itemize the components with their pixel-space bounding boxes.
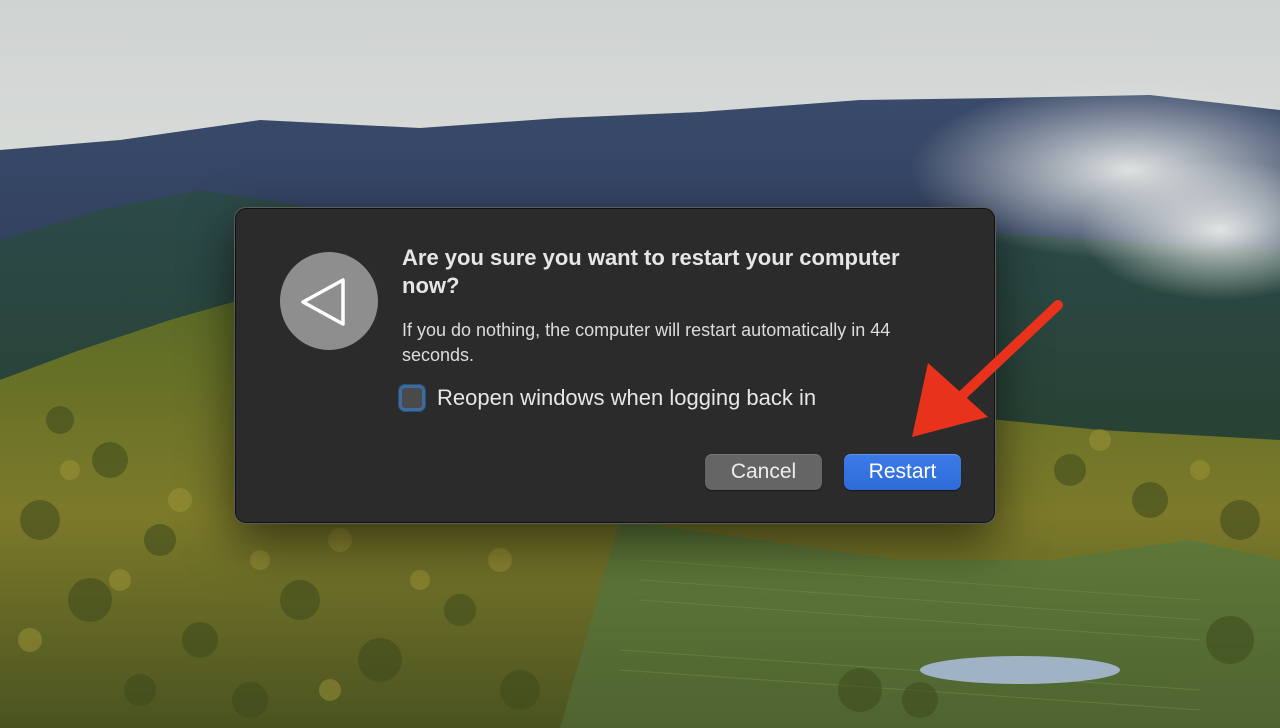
dialog-message: If you do nothing, the computer will res… — [402, 320, 891, 365]
restart-triangle-icon — [280, 252, 378, 350]
reopen-windows-option[interactable]: Reopen windows when logging back in — [399, 384, 816, 412]
reopen-windows-label: Reopen windows when logging back in — [437, 385, 817, 410]
cancel-button[interactable]: Cancel — [705, 454, 822, 490]
reopen-windows-checkbox[interactable] — [399, 385, 425, 411]
restart-button[interactable]: Restart — [844, 454, 961, 490]
restart-dialog: Are you sure you want to restart your co… — [234, 207, 996, 524]
dialog-title: Are you sure you want to restart your co… — [402, 245, 900, 298]
